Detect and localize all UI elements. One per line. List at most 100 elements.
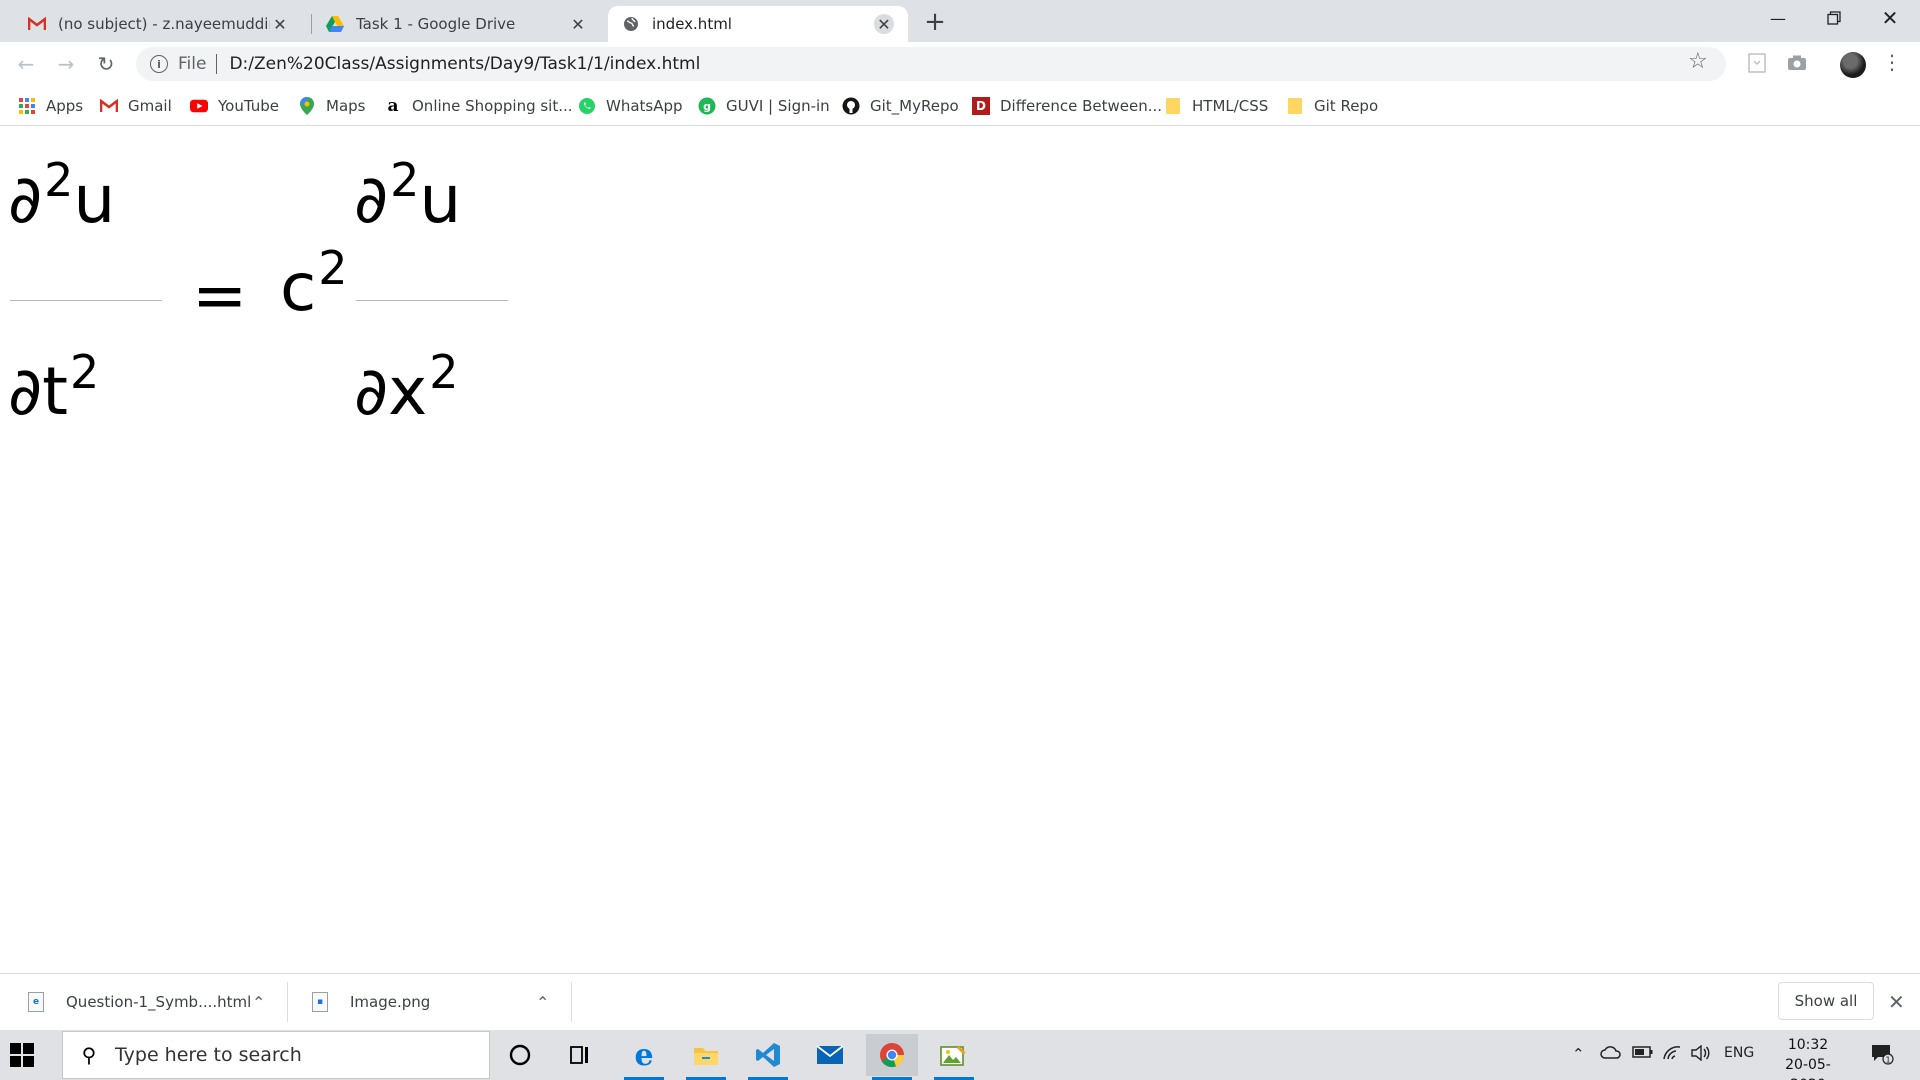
html-file-icon: e [28, 992, 44, 1012]
extension-icon[interactable] [1746, 52, 1768, 74]
whatsapp-icon [578, 97, 596, 115]
windows-start-icon[interactable] [10, 1043, 34, 1067]
tab-index-html[interactable]: index.html ✕ [608, 6, 908, 42]
bookmark-label: Gmail [128, 97, 172, 115]
close-icon[interactable]: ✕ [270, 14, 290, 34]
globe-icon [622, 15, 640, 33]
chevron-up-icon[interactable]: ⌃ [252, 993, 265, 1012]
partial-x: ∂x [354, 353, 428, 430]
bookmark-git-myrepo[interactable]: Git_MyRepo [842, 95, 959, 117]
taskbar-search-box[interactable]: ⚲ Type here to search [62, 1031, 490, 1079]
back-arrow-icon[interactable]: ← [10, 48, 42, 80]
equals-sign: = [192, 257, 248, 334]
guvi-icon: g [698, 97, 716, 115]
close-icon[interactable]: ✕ [874, 14, 894, 34]
partial-symbol: ∂ [354, 161, 389, 238]
chevron-up-icon[interactable]: ⌃ [1572, 1045, 1585, 1063]
exponent: 2 [429, 345, 459, 399]
camera-icon[interactable] [1786, 52, 1808, 74]
reload-icon[interactable]: ↻ [90, 48, 122, 80]
cortana-icon[interactable] [494, 1034, 546, 1076]
bookmark-label: Difference Between... [1000, 97, 1163, 115]
folder-icon [1286, 97, 1304, 115]
search-icon: ⚲ [81, 1043, 97, 1067]
right-numerator: ∂2u [354, 157, 461, 233]
tab-strip: (no subject) - z.nayeemuddin@gmail.com ✕… [0, 0, 1920, 42]
close-icon[interactable]: ✕ [568, 14, 588, 34]
window-close-icon[interactable]: ✕ [1862, 0, 1918, 36]
task-view-icon[interactable] [554, 1034, 606, 1076]
vscode-icon[interactable] [742, 1034, 794, 1080]
page-content: ∂2u ∂t2 = c2 ∂2u ∂x2 [0, 127, 1920, 973]
right-denominator: ∂x2 [354, 349, 458, 425]
bookmark-online-shopping[interactable]: a Online Shopping sit... [384, 95, 572, 117]
onedrive-cloud-icon[interactable] [1600, 1045, 1622, 1063]
windows-taskbar: ⚲ Type here to search e ⌃ ENG 10:32 20-0… [0, 1030, 1920, 1080]
bookmark-whatsapp[interactable]: WhatsApp [578, 95, 683, 117]
bookmark-label: YouTube [218, 97, 279, 115]
url-text[interactable]: D:/Zen%20Class/Assignments/Day9/Task1/1/… [229, 54, 700, 74]
browser-toolbar: ← → ↻ i File D:/Zen%20Class/Assignments/… [0, 42, 1920, 86]
tab-gmail[interactable]: (no subject) - z.nayeemuddin@gmail.com ✕ [14, 6, 304, 42]
file-explorer-icon[interactable] [680, 1034, 732, 1080]
divider [216, 54, 218, 74]
bookmark-label: HTML/CSS [1192, 97, 1269, 115]
left-denominator: ∂t2 [8, 349, 99, 425]
wifi-icon[interactable] [1662, 1045, 1682, 1065]
clock-date: 20-05-2020 [1785, 1057, 1831, 1080]
difference-between-icon: D [972, 97, 990, 115]
partial-symbol: ∂ [8, 161, 43, 238]
url-scheme: File [178, 54, 207, 74]
bookmark-folder-git-repo[interactable]: Git Repo [1286, 95, 1378, 117]
close-icon[interactable]: ✕ [1888, 990, 1905, 1014]
clock-time: 10:32 [1787, 1037, 1829, 1053]
mail-icon[interactable] [804, 1034, 856, 1076]
bookmark-label: Git Repo [1314, 97, 1379, 115]
edge-icon[interactable]: e [618, 1034, 670, 1080]
divider [571, 982, 572, 1022]
download-filename: Question-1_Symb....html [66, 993, 252, 1011]
coefficient-c-squared: c2 [280, 245, 348, 321]
bookmark-youtube[interactable]: YouTube [190, 95, 279, 117]
bookmark-apps[interactable]: Apps [18, 95, 83, 117]
bookmark-star-icon[interactable]: ☆ [1688, 49, 1708, 74]
notification-center-icon[interactable]: 1 [1870, 1043, 1894, 1070]
bookmark-difference-between[interactable]: D Difference Between... [972, 95, 1162, 117]
bookmark-maps[interactable]: Maps [298, 95, 365, 117]
download-item[interactable]: e Question-1_Symb....html ⌃ [28, 974, 278, 1030]
bookmark-label: Maps [326, 97, 366, 115]
volume-icon[interactable] [1690, 1044, 1710, 1065]
notification-count: 1 [1885, 1056, 1890, 1065]
tab-label: index.html [652, 15, 732, 33]
exponent: 2 [318, 241, 348, 295]
bookmark-label: WhatsApp [606, 97, 683, 115]
clock[interactable]: 10:32 20-05-2020 [1768, 1035, 1848, 1080]
profile-avatar[interactable] [1840, 52, 1866, 78]
gmail-icon [28, 15, 46, 33]
battery-icon[interactable] [1632, 1045, 1654, 1063]
svg-text:g: g [703, 100, 711, 113]
new-tab-button[interactable]: + [920, 8, 950, 38]
gmail-icon [100, 97, 118, 115]
restore-icon[interactable] [1806, 0, 1862, 36]
bookmark-label: Apps [46, 97, 84, 115]
chrome-icon[interactable] [866, 1034, 918, 1080]
forward-arrow-icon[interactable]: → [50, 48, 82, 80]
download-item[interactable]: ▪ Image.png ⌃ [312, 974, 562, 1030]
bookmark-label: GUVI | Sign-in [726, 97, 830, 115]
bookmark-gmail[interactable]: Gmail [100, 95, 172, 117]
bookmark-folder-html-css[interactable]: HTML/CSS [1164, 95, 1268, 117]
chevron-up-icon[interactable]: ⌃ [536, 993, 549, 1012]
fraction-bar [10, 300, 162, 301]
paint-icon[interactable] [928, 1034, 980, 1080]
info-icon[interactable]: i [150, 55, 168, 73]
downloads-bar: e Question-1_Symb....html ⌃ ▪ Image.png … [0, 973, 1920, 1030]
more-menu-icon[interactable]: ⋮ [1882, 50, 1902, 74]
bookmark-guvi[interactable]: g GUVI | Sign-in [698, 95, 830, 117]
show-all-button[interactable]: Show all [1778, 982, 1874, 1020]
amazon-icon: a [387, 96, 399, 116]
minimize-icon[interactable]: — [1750, 0, 1806, 36]
address-bar[interactable]: i File D:/Zen%20Class/Assignments/Day9/T… [136, 47, 1726, 81]
tab-google-drive[interactable]: Task 1 - Google Drive ✕ [312, 6, 602, 42]
language-indicator[interactable]: ENG [1724, 1045, 1754, 1061]
